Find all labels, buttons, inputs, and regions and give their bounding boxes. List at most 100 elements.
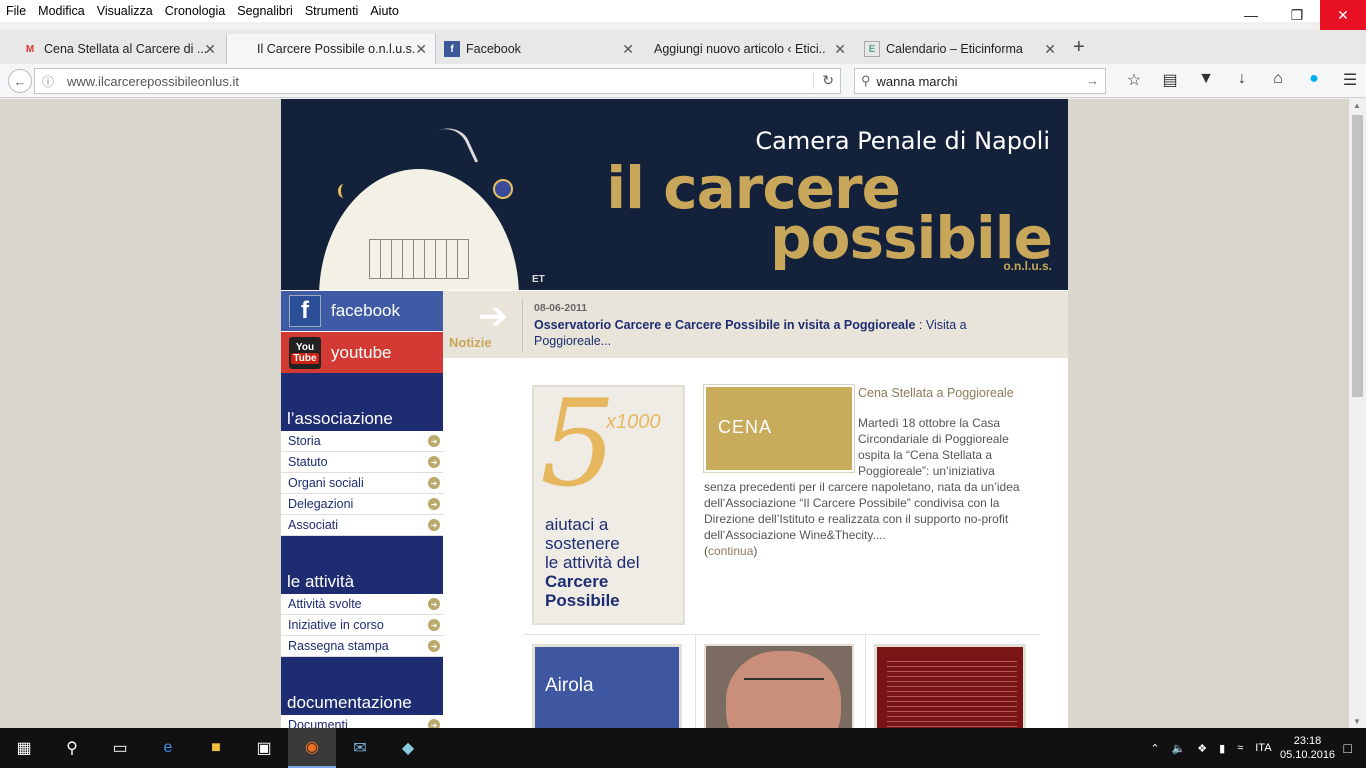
reload-icon[interactable]: ↻ bbox=[813, 72, 834, 89]
sidebar-item-attivita-svolte[interactable]: Attività svolte ➜ bbox=[281, 594, 443, 615]
app-icon[interactable]: ◆ bbox=[384, 728, 432, 768]
store-icon[interactable]: ▣ bbox=[240, 728, 288, 768]
outlook-icon[interactable]: ✉ bbox=[336, 728, 384, 768]
menu-file[interactable]: File bbox=[0, 4, 32, 18]
clock[interactable]: 23:18 05.10.2016 bbox=[1278, 734, 1338, 762]
search-bar[interactable]: ⚲ wanna marchi → bbox=[854, 68, 1106, 94]
news-headline-link[interactable]: Osservatorio Carcere e Carcere Possibile… bbox=[534, 318, 915, 332]
facebook-link[interactable]: f facebook bbox=[281, 291, 443, 331]
arrow-right-icon: ➜ bbox=[428, 435, 440, 447]
hamburger-menu-icon[interactable]: ☰ bbox=[1332, 70, 1366, 90]
arrow-right-icon: ➜ bbox=[428, 456, 440, 468]
youtube-link[interactable]: You Tube youtube bbox=[281, 332, 443, 373]
file-explorer-icon[interactable]: ■ bbox=[192, 728, 240, 768]
thumbnail-poster[interactable] bbox=[874, 644, 1026, 728]
sidebar-item-label: Attività svolte bbox=[288, 597, 362, 611]
sidebar-item-statuto[interactable]: Statuto ➜ bbox=[281, 452, 443, 473]
chevron-up-icon[interactable]: ⌃ bbox=[1150, 742, 1159, 755]
section-header-attivita: le attività bbox=[281, 536, 443, 594]
article-image[interactable]: CENA bbox=[703, 384, 855, 473]
minimize-button[interactable]: — bbox=[1228, 0, 1274, 30]
menu-modifica[interactable]: Modifica bbox=[32, 4, 91, 18]
task-view-icon[interactable]: ▭ bbox=[96, 728, 144, 768]
facebook-label: facebook bbox=[331, 301, 400, 320]
windows-start-icon[interactable]: ▦ bbox=[0, 728, 48, 768]
sidebar-item-delegazioni[interactable]: Delegazioni ➜ bbox=[281, 494, 443, 515]
scrollbar-thumb[interactable] bbox=[1352, 115, 1363, 397]
window-controls: — ❐ ✕ bbox=[1228, 0, 1366, 30]
header-banner[interactable]: ET Camera Penale di Napoli il carcere po… bbox=[281, 99, 1068, 290]
close-window-button[interactable]: ✕ bbox=[1320, 0, 1366, 30]
menu-aiuto[interactable]: Aiuto bbox=[364, 4, 405, 18]
language-indicator[interactable]: ITA bbox=[1255, 742, 1271, 754]
tab-facebook[interactable]: f Facebook ✕ bbox=[436, 34, 642, 64]
tab-title: Cena Stellata al Carcere di ... bbox=[44, 42, 208, 56]
article-title[interactable]: Cena Stellata a Poggioreale bbox=[858, 386, 1014, 400]
home-icon[interactable]: ⌂ bbox=[1260, 70, 1296, 90]
website: ET Camera Penale di Napoli il carcere po… bbox=[281, 99, 1068, 728]
reading-list-icon[interactable]: ▤ bbox=[1152, 70, 1188, 90]
promo-line: aiutaci a bbox=[545, 515, 609, 534]
battery-icon[interactable]: ▮ bbox=[1219, 742, 1225, 755]
search-input[interactable]: wanna marchi bbox=[877, 74, 958, 89]
sidebar-item-rassegna-stampa[interactable]: Rassegna stampa ➜ bbox=[281, 636, 443, 657]
close-tab-icon[interactable]: ✕ bbox=[622, 41, 634, 58]
search-icon[interactable]: ⚲ bbox=[48, 728, 96, 768]
thumbnail-airola[interactable]: Airola bbox=[532, 644, 682, 728]
pocket-icon[interactable]: ▼ bbox=[1188, 70, 1224, 90]
divider bbox=[865, 635, 866, 728]
scroll-up-icon[interactable]: ▲ bbox=[1353, 101, 1361, 110]
tab-aggiungi-articolo[interactable]: Aggiungi nuovo articolo ‹ Etici... ✕ bbox=[646, 34, 854, 64]
toolbar-icons: ☆ ▤ ▼ ↓ ⌂ ● ☰ bbox=[1116, 70, 1366, 90]
menu-segnalibri[interactable]: Segnalibri bbox=[231, 4, 299, 18]
continua-link[interactable]: continua bbox=[708, 544, 753, 558]
sidebar-item-documenti[interactable]: Documenti ➜ bbox=[281, 715, 443, 728]
five-per-thousand-banner[interactable]: 5 x1000 aiutaci a sostenere le attività … bbox=[532, 375, 685, 625]
section-header-documentazione: documentazione bbox=[281, 657, 443, 715]
menu-strumenti[interactable]: Strumenti bbox=[299, 4, 365, 18]
thumbnail-label: Airola bbox=[545, 675, 594, 696]
arrow-right-icon: ➜ bbox=[428, 598, 440, 610]
restore-button[interactable]: ❐ bbox=[1274, 0, 1320, 30]
tab-carcere-possibile[interactable]: Il Carcere Possibile o.n.l.u.s. ✕ bbox=[226, 34, 436, 64]
sidebar-item-storia[interactable]: Storia ➜ bbox=[281, 431, 443, 452]
tab-calendario[interactable]: E Calendario – Eticinforma ✕ bbox=[856, 34, 1064, 64]
search-go-icon[interactable]: → bbox=[1086, 73, 1099, 88]
url-bar[interactable]: ⓘ www.ilcarcerepossibileonlus.it ↻ bbox=[34, 68, 841, 94]
notifications-icon[interactable]: □ bbox=[1344, 740, 1352, 756]
sidebar-item-label: Organi sociali bbox=[288, 476, 364, 490]
dropbox-icon[interactable]: ❖ bbox=[1197, 742, 1207, 755]
menu-cronologia[interactable]: Cronologia bbox=[159, 4, 231, 18]
divider bbox=[523, 634, 1040, 635]
bookmark-star-icon[interactable]: ☆ bbox=[1116, 70, 1152, 90]
download-icon[interactable]: ↓ bbox=[1224, 70, 1260, 90]
news-text: Osservatorio Carcere e Carcere Possibile… bbox=[534, 317, 1004, 349]
menu-bar: File Modifica Visualizza Cronologia Segn… bbox=[0, 0, 1366, 22]
wifi-icon[interactable]: ≈ bbox=[1237, 742, 1243, 754]
close-tab-icon[interactable]: ✕ bbox=[415, 41, 427, 58]
url-text: www.ilcarcerepossibileonlus.it bbox=[67, 73, 239, 89]
sidebar-item-organi-sociali[interactable]: Organi sociali ➜ bbox=[281, 473, 443, 494]
firefox-icon[interactable]: ◉ bbox=[288, 728, 336, 768]
close-tab-icon[interactable]: ✕ bbox=[834, 41, 846, 58]
scroll-down-icon[interactable]: ▼ bbox=[1353, 717, 1361, 726]
new-tab-icon[interactable]: + bbox=[1073, 36, 1085, 59]
banner-onlus: o.n.l.u.s. bbox=[1003, 259, 1052, 273]
info-icon[interactable]: ⓘ bbox=[39, 73, 57, 90]
cage-illustration bbox=[369, 239, 469, 279]
sidebar-item-associati[interactable]: Associati ➜ bbox=[281, 515, 443, 536]
tab-cena-stellata[interactable]: M Cena Stellata al Carcere di ... ✕ bbox=[14, 34, 224, 64]
menu-visualizza[interactable]: Visualizza bbox=[91, 4, 159, 18]
edge-icon[interactable]: e bbox=[144, 728, 192, 768]
back-button[interactable]: ← bbox=[8, 69, 32, 93]
sidebar-item-iniziative[interactable]: Iniziative in corso ➜ bbox=[281, 615, 443, 636]
article-image-label: CENA bbox=[718, 417, 773, 437]
close-tab-icon[interactable]: ✕ bbox=[1044, 41, 1056, 58]
vertical-scrollbar[interactable]: ▲ ▼ bbox=[1349, 99, 1366, 728]
thumbnail-portrait[interactable] bbox=[704, 644, 854, 728]
moon-icon bbox=[493, 179, 513, 199]
crescent-moon-icon bbox=[338, 184, 350, 198]
skype-icon[interactable]: ● bbox=[1296, 70, 1332, 90]
volume-icon[interactable]: 🔈 bbox=[1172, 742, 1186, 755]
close-tab-icon[interactable]: ✕ bbox=[204, 41, 216, 58]
